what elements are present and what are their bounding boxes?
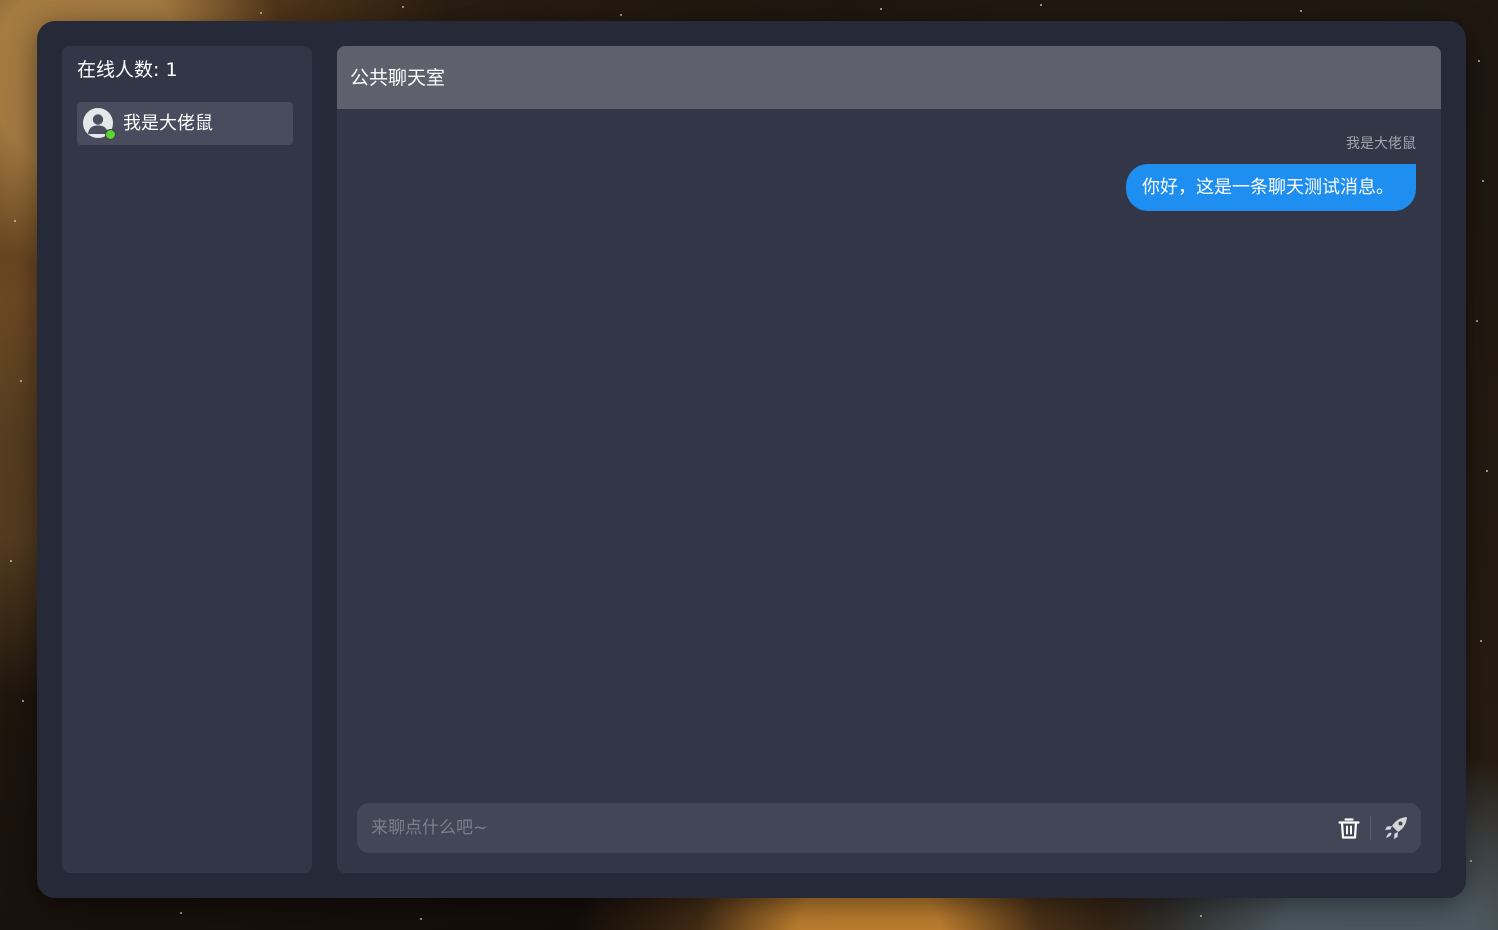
chat-header: 公共聊天室 [337,46,1441,109]
online-users-sidebar: 在线人数: 1 我是大佬鼠 [62,46,312,873]
online-count-label: 在线人数: 1 [77,59,178,81]
online-status-dot [105,129,116,140]
message-bubble: 你好，这是一条聊天测试消息。 [1126,164,1416,211]
message-input-bar [357,803,1421,853]
rocket-icon[interactable] [1382,814,1410,842]
chat-room-title: 公共聊天室 [350,67,446,89]
user-name-label: 我是大佬鼠 [123,113,213,134]
action-divider [1370,816,1371,840]
chat-panel: 公共聊天室 我是大佬鼠 你好，这是一条聊天测试消息。 [337,46,1441,873]
chat-app-window: 在线人数: 1 我是大佬鼠 公共聊天室 我是大佬鼠 你好，这是一条聊天测试消息。 [37,21,1466,898]
message-input[interactable] [371,803,1321,853]
user-list-item[interactable]: 我是大佬鼠 [77,102,293,145]
trash-icon[interactable] [1335,814,1363,842]
message-sender: 我是大佬鼠 [1346,136,1416,152]
